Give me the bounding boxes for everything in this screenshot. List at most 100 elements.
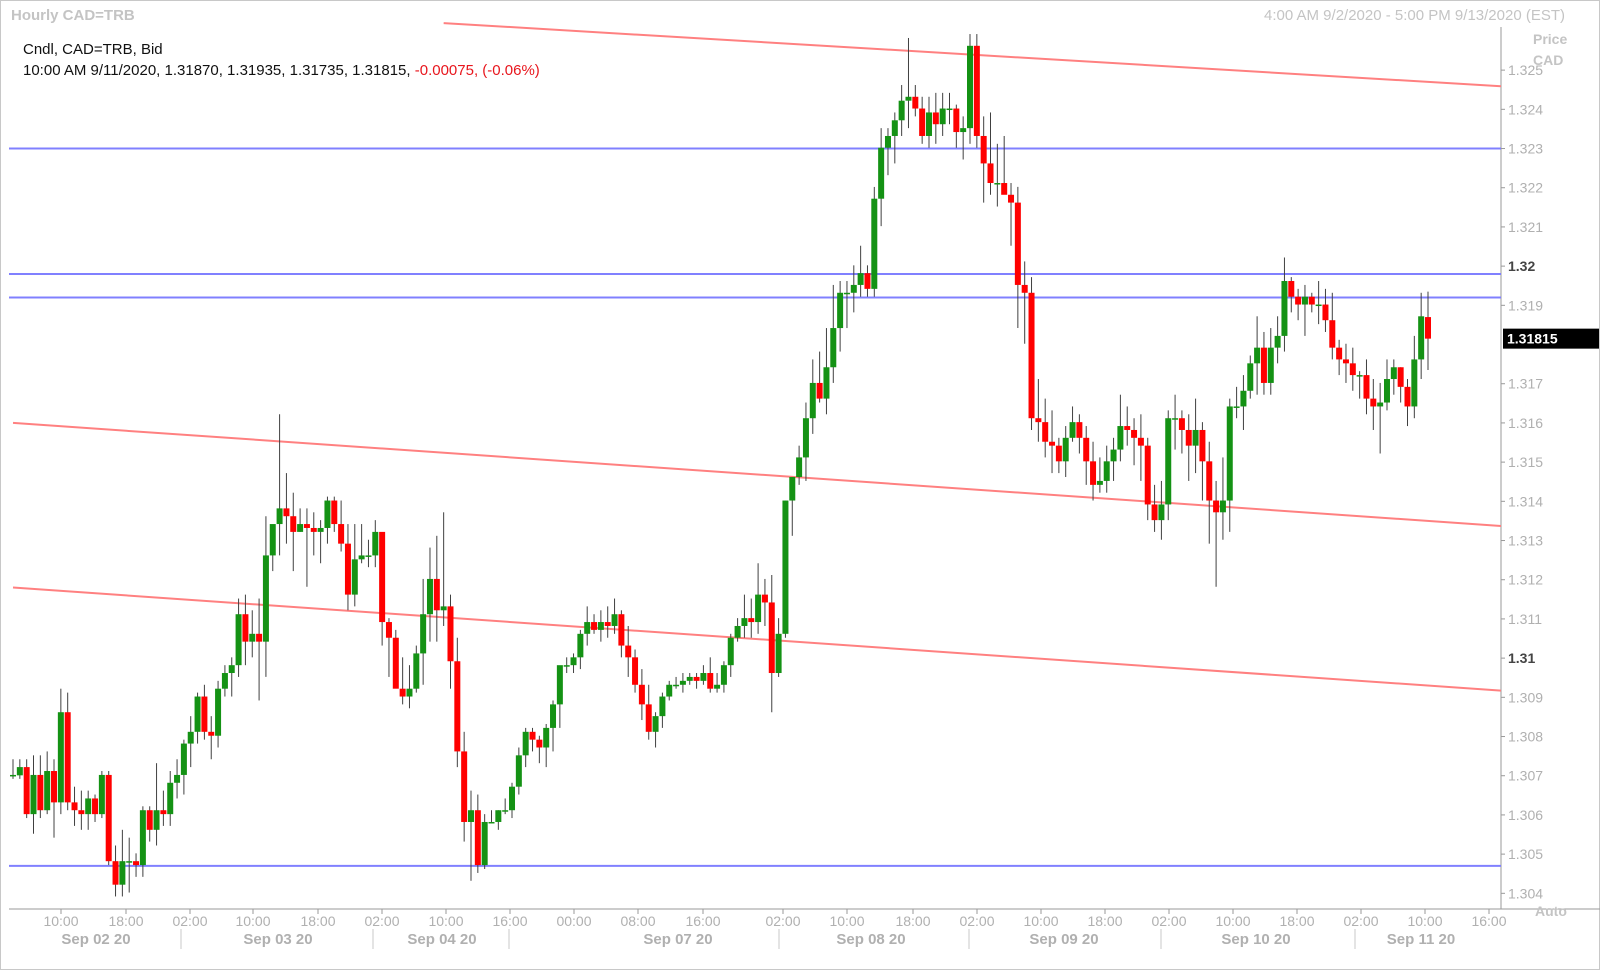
auto-scale-button[interactable]: Auto bbox=[1535, 903, 1567, 919]
candle-body bbox=[604, 622, 611, 626]
time-axis: 10:00 18:00 02:00 10:00 18:00 02:00 10:00 16:00… bbox=[43, 909, 1507, 949]
candle bbox=[1131, 418, 1138, 466]
candle bbox=[1329, 292, 1336, 360]
candle-body bbox=[1151, 504, 1158, 521]
candle-body bbox=[358, 555, 365, 560]
candle-body bbox=[1062, 437, 1069, 462]
candle-body bbox=[727, 637, 734, 666]
candle-body bbox=[276, 508, 283, 525]
candle bbox=[392, 629, 399, 689]
candle bbox=[597, 610, 604, 642]
price-tick-label: 1.308 bbox=[1508, 729, 1543, 745]
candle-body bbox=[262, 555, 269, 642]
candle-body bbox=[433, 578, 440, 611]
candlestick-chart[interactable]: 1.304 1.305 1.306 1.307 1.308 1.309 1.31 1.311 1… bbox=[1, 1, 1600, 971]
candle-body bbox=[1110, 449, 1117, 462]
candle-body bbox=[502, 810, 509, 812]
candle-body bbox=[967, 45, 974, 129]
candle bbox=[324, 496, 331, 544]
candle bbox=[679, 673, 686, 693]
candle-body bbox=[1260, 347, 1267, 383]
candle bbox=[297, 508, 304, 532]
candle bbox=[44, 751, 51, 815]
price-tick-label: 1.314 bbox=[1508, 493, 1543, 509]
candle bbox=[1192, 398, 1199, 474]
candle-body bbox=[119, 861, 126, 885]
candle-body bbox=[399, 688, 406, 697]
candle bbox=[64, 692, 71, 811]
time-tick-label: 02:00 bbox=[1343, 913, 1378, 929]
candle bbox=[857, 245, 864, 297]
candle-body bbox=[1390, 367, 1397, 380]
chart-window: Hourly CAD=TRB 4:00 AM 9/2/2020 - 5:00 P… bbox=[0, 0, 1600, 970]
candle-body bbox=[1247, 363, 1254, 391]
candle bbox=[720, 661, 727, 693]
axis-frame bbox=[9, 27, 1600, 910]
candle-body bbox=[1240, 390, 1247, 407]
candle-body bbox=[987, 163, 994, 184]
candle-body bbox=[447, 606, 454, 662]
candle bbox=[385, 618, 392, 677]
candle bbox=[1254, 316, 1261, 395]
candle bbox=[693, 673, 700, 689]
candle bbox=[399, 657, 406, 705]
date-label: Sep 03 20 bbox=[243, 931, 312, 948]
candle bbox=[201, 684, 208, 740]
candle-body bbox=[652, 716, 659, 732]
candle-body bbox=[1219, 500, 1226, 513]
candle bbox=[515, 747, 522, 795]
candle bbox=[563, 657, 570, 674]
date-label: Sep 09 20 bbox=[1029, 931, 1098, 948]
candle bbox=[433, 535, 440, 642]
candle-body bbox=[1397, 367, 1404, 387]
candle-body bbox=[659, 696, 666, 717]
candle bbox=[1096, 457, 1103, 493]
candle bbox=[673, 676, 680, 689]
candle-body bbox=[1008, 194, 1015, 203]
candle bbox=[358, 524, 365, 564]
candle-body bbox=[973, 45, 980, 136]
candle-body bbox=[160, 810, 167, 815]
candle bbox=[536, 735, 543, 764]
candle bbox=[796, 445, 803, 485]
candle-body bbox=[126, 861, 133, 863]
candle-body bbox=[761, 594, 768, 603]
time-tick-label: 18:00 bbox=[1279, 913, 1314, 929]
time-tick-label: 10:00 bbox=[235, 913, 270, 929]
time-tick-label: 02:00 bbox=[959, 913, 994, 929]
candle-body bbox=[912, 96, 919, 109]
candle-body bbox=[351, 559, 358, 595]
time-tick-label: 10:00 bbox=[829, 913, 864, 929]
candle-body bbox=[953, 108, 960, 133]
candle bbox=[1322, 288, 1329, 332]
candle-body bbox=[638, 684, 645, 705]
candle-body bbox=[242, 614, 249, 642]
candle-body bbox=[44, 771, 51, 811]
candle bbox=[51, 759, 58, 838]
candle-body bbox=[1144, 445, 1151, 505]
candle-body bbox=[310, 527, 317, 532]
candle-body bbox=[392, 637, 399, 689]
candle-body bbox=[570, 657, 577, 666]
candle-body bbox=[317, 527, 324, 532]
candle bbox=[174, 759, 181, 799]
candle bbox=[1226, 398, 1233, 532]
candle bbox=[1336, 339, 1343, 376]
candle-body bbox=[1028, 292, 1035, 419]
candle bbox=[1076, 414, 1083, 454]
candle-body bbox=[283, 508, 290, 517]
candle bbox=[591, 614, 598, 634]
candle bbox=[1035, 379, 1042, 442]
candle bbox=[215, 680, 222, 748]
candle-body bbox=[1076, 422, 1083, 438]
candle-body bbox=[1349, 363, 1356, 376]
candle-body bbox=[420, 614, 427, 654]
candle bbox=[1165, 410, 1172, 521]
time-tick-label: 16:00 bbox=[492, 913, 527, 929]
candle bbox=[871, 186, 878, 297]
legend-series: Cndl, CAD=TRB, Bid bbox=[23, 41, 163, 58]
candle-body bbox=[789, 477, 796, 501]
candle bbox=[112, 845, 119, 897]
candle bbox=[707, 657, 714, 693]
candle-body bbox=[10, 774, 16, 777]
